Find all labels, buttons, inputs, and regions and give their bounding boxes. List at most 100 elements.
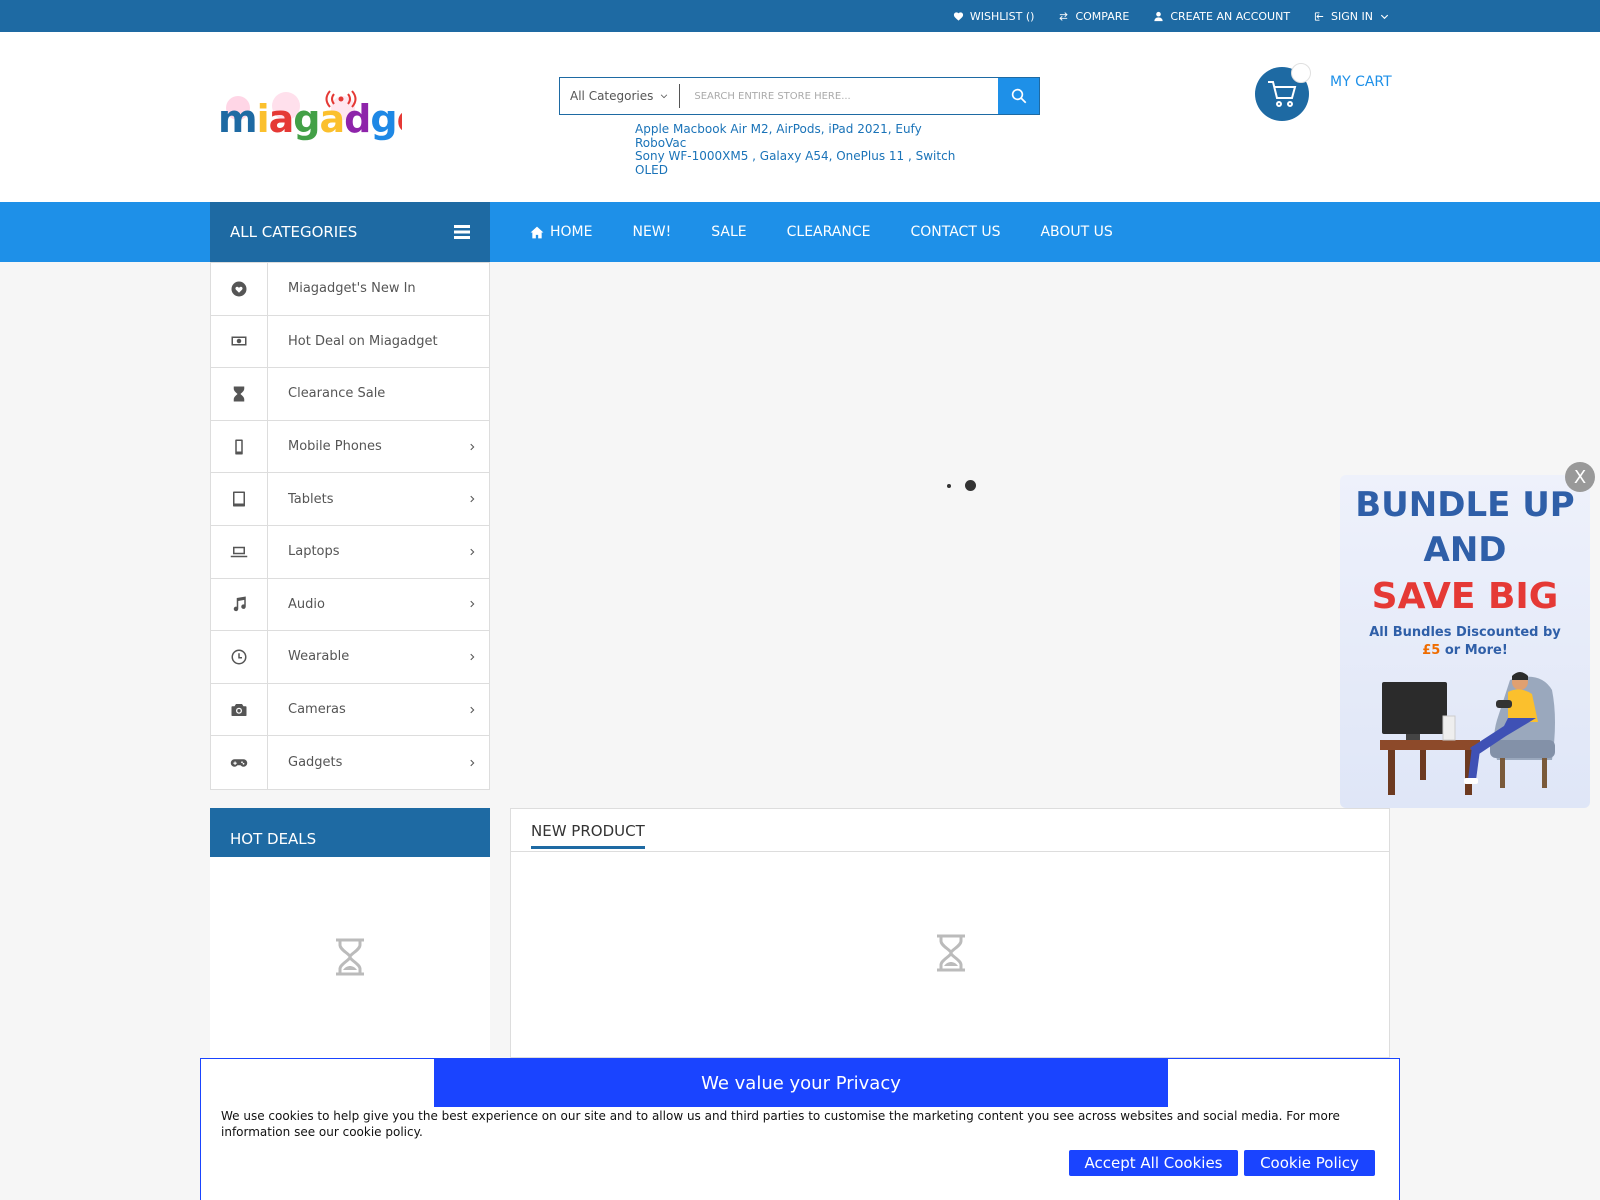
wishlist-label: WISHLIST () [969, 9, 1035, 23]
cart-icon [1268, 81, 1297, 107]
nav-new[interactable]: NEW! [632, 224, 671, 240]
category-label: Laptops [288, 544, 340, 560]
category-menu: Miagadget's New In Hot Deal on Miagadget… [210, 262, 490, 790]
gamepad-icon [230, 758, 248, 767]
main-nav: ALL CATEGORIES HOME NEW! SALE CLEARANCE … [0, 202, 1600, 262]
category-item-clearance[interactable]: Clearance Sale [211, 368, 489, 421]
chevron-down-icon [661, 94, 668, 99]
all-categories-toggle[interactable]: ALL CATEGORIES [210, 202, 490, 262]
menu-icon [454, 225, 470, 239]
chevron-right-icon [470, 706, 475, 713]
compare-label: COMPARE [1075, 9, 1130, 23]
category-label: Miagadget's New In [288, 281, 416, 297]
category-item-wearable[interactable]: Wearable [211, 631, 489, 684]
slider-dot-active[interactable] [965, 480, 976, 491]
my-cart-label[interactable]: MY CART [1330, 74, 1392, 90]
create-account-link[interactable]: CREATE AN ACCOUNT [1153, 10, 1290, 23]
category-item-laptops[interactable]: Laptops [211, 525, 489, 579]
promo-discount-amount: £5 [1422, 643, 1441, 658]
search-bar: All Categories [559, 77, 1040, 115]
compare-link[interactable]: COMPARE [1058, 10, 1129, 23]
promo-close-button[interactable]: X [1565, 462, 1595, 492]
nav-contact-us[interactable]: CONTACT US [910, 224, 1000, 240]
nav-home-label: HOME [550, 224, 593, 240]
category-item-tablets[interactable]: Tablets [211, 473, 489, 526]
category-label: Audio [288, 596, 325, 612]
cart-count-badge [1291, 63, 1311, 83]
create-account-label: CREATE AN ACCOUNT [1170, 9, 1291, 23]
search-input[interactable] [680, 90, 998, 102]
miagadget-logo[interactable]: miagadget [218, 86, 402, 146]
category-item-gadgets[interactable]: Gadgets [211, 736, 489, 789]
bundle-promo-popup[interactable]: BUNDLE UP AND SAVE BIG All Bundles Disco… [1340, 475, 1590, 808]
category-item-mobile-phones[interactable]: Mobile Phones [211, 420, 489, 474]
nav-clearance[interactable]: CLEARANCE [787, 224, 871, 240]
all-categories-label: ALL CATEGORIES [230, 223, 358, 241]
compare-icon [1059, 11, 1069, 21]
nav-about-us[interactable]: ABOUT US [1040, 224, 1112, 240]
sign-in-icon [1314, 11, 1324, 21]
home-icon [530, 226, 544, 238]
popular-searches-line-2[interactable]: Sony WF-1000XM5 , Galaxy A54, OnePlus 11… [635, 149, 965, 177]
hourglass-loading-icon [937, 934, 965, 972]
category-label: Cameras [288, 702, 346, 718]
sign-in-link[interactable]: SIGN IN [1314, 10, 1390, 23]
category-label: Gadgets [288, 755, 343, 771]
tablet-icon [233, 491, 245, 507]
promo-line-2: AND [1423, 530, 1507, 570]
hot-deals-panel: HOT DEALS [210, 808, 490, 1058]
heart-icon [953, 11, 963, 21]
slider-dot[interactable] [947, 483, 951, 488]
cookie-banner: We value your Privacy We use cookies to … [200, 1058, 1400, 1200]
nav-home[interactable]: HOME [530, 224, 592, 240]
money-icon [231, 336, 247, 346]
promo-illustration [1380, 672, 1555, 795]
hourglass-icon [233, 386, 245, 402]
cookie-policy-button[interactable]: Cookie Policy [1244, 1150, 1375, 1176]
chevron-down-icon [1380, 14, 1389, 19]
sign-in-label: SIGN IN [1331, 9, 1373, 23]
search-button[interactable] [998, 78, 1039, 114]
search-icon [1011, 88, 1026, 104]
category-select[interactable]: All Categories [560, 84, 681, 108]
top-bar: WISHLIST () COMPARE CREATE AN ACCOUNT SI… [0, 0, 1600, 32]
laptop-icon [230, 546, 248, 558]
category-label: Tablets [288, 491, 334, 507]
wishlist-link[interactable]: WISHLIST () [953, 9, 1035, 23]
chevron-right-icon [470, 495, 475, 503]
category-item-hot-deal[interactable]: Hot Deal on Miagadget [211, 315, 489, 369]
nav-links: HOME NEW! SALE CLEARANCE CONTACT US ABOU… [530, 202, 1113, 262]
new-product-header: NEW PRODUCT [511, 809, 1389, 852]
tab-new-product[interactable]: NEW PRODUCT [531, 822, 645, 849]
promo-subtitle-2: £5 or More! [1340, 643, 1590, 658]
promo-subtitle: All Bundles Discounted by [1369, 625, 1561, 640]
popular-searches-line-1[interactable]: Apple Macbook Air M2, AirPods, iPad 2021… [635, 122, 965, 150]
clock-icon [231, 649, 247, 665]
camera-icon [231, 703, 247, 716]
mobile-icon [235, 439, 243, 455]
heart-icon [231, 281, 247, 297]
category-select-label: All Categories [570, 89, 654, 103]
accept-cookies-button[interactable]: Accept All Cookies [1069, 1150, 1238, 1176]
music-icon [233, 596, 246, 612]
category-item-new-in[interactable]: Miagadget's New In [211, 263, 489, 316]
category-item-audio[interactable]: Audio [211, 578, 489, 632]
chevron-right-icon [470, 653, 475, 661]
slider-pagination [947, 480, 976, 491]
promo-line-1: BUNDLE UP [1355, 485, 1575, 525]
svg-text:miagadget: miagadget [218, 97, 402, 141]
chevron-right-icon [470, 443, 475, 450]
promo-discount-rest: or More! [1444, 643, 1508, 658]
user-icon [1154, 11, 1163, 21]
chevron-right-icon [470, 548, 475, 556]
hourglass-loading-icon [336, 938, 364, 976]
chevron-right-icon [470, 601, 475, 608]
category-label: Clearance Sale [288, 386, 386, 402]
chevron-right-icon [470, 759, 475, 766]
category-label: Hot Deal on Miagadget [288, 333, 438, 349]
cookie-title: We value your Privacy [434, 1059, 1168, 1107]
hot-deals-title: HOT DEALS [210, 808, 490, 857]
nav-sale[interactable]: SALE [711, 224, 746, 240]
category-item-cameras[interactable]: Cameras [211, 683, 489, 737]
promo-line-3: SAVE BIG [1371, 576, 1559, 617]
